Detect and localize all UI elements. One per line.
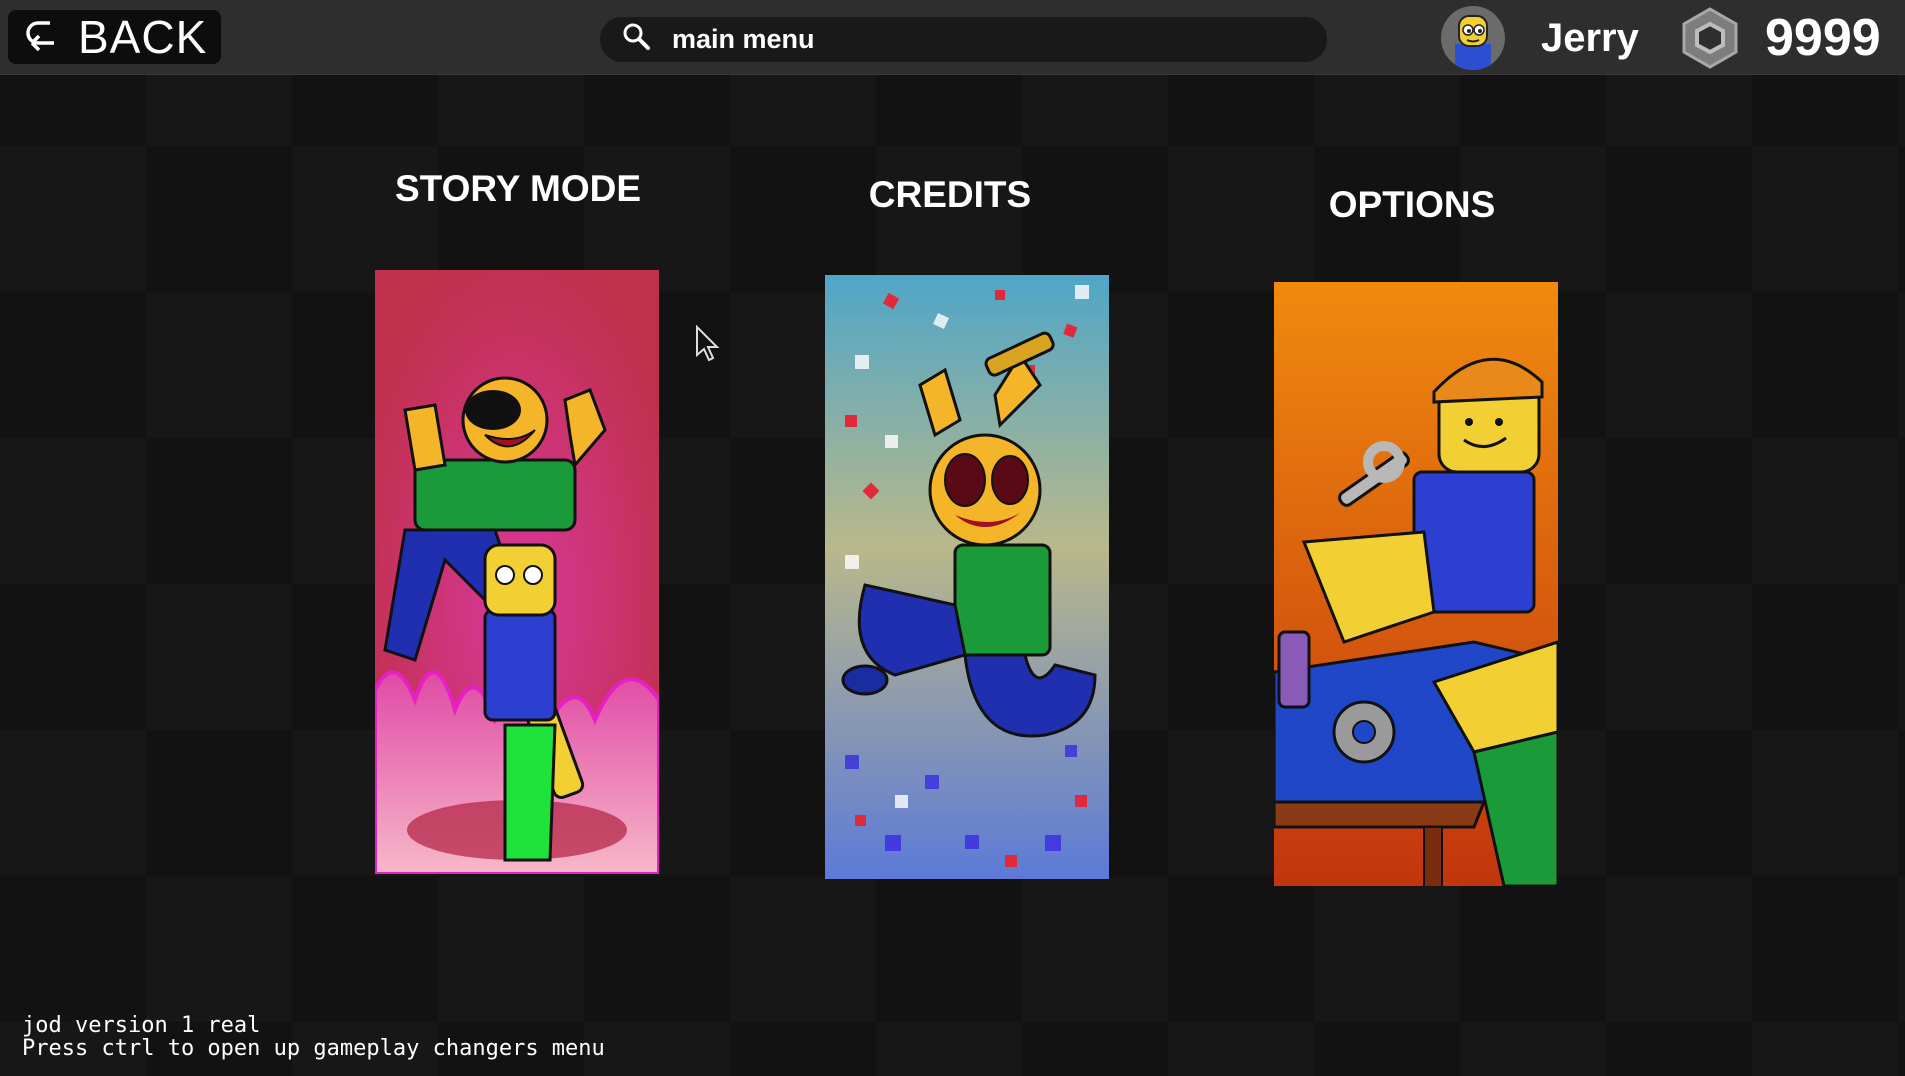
options-card[interactable]	[1274, 282, 1558, 886]
credits-title: CREDITS	[868, 174, 1032, 215]
version-text: jod version 1 real	[22, 1013, 261, 1038]
credits-artwork	[825, 275, 1109, 879]
avatar[interactable]	[1441, 6, 1505, 70]
story-mode-title: STORY MODE	[394, 168, 642, 209]
story-mode-artwork	[375, 270, 659, 874]
hint-text: Press ctrl to open up gameplay changers …	[22, 1036, 605, 1061]
search-text: main menu	[672, 24, 815, 54]
currency-amount: 9999	[1765, 9, 1881, 67]
footer-info: jod version 1 real Press ctrl to open up …	[22, 1014, 605, 1060]
search-icon	[620, 20, 654, 59]
back-label: BACK	[78, 11, 208, 63]
top-bar: BACK main menu Jerry 9999	[0, 0, 1905, 75]
search-bar[interactable]: main menu	[600, 17, 1327, 62]
robux-icon	[1680, 6, 1740, 70]
options-artwork	[1274, 282, 1558, 886]
username: Jerry	[1541, 16, 1639, 60]
cursor-icon	[695, 324, 721, 363]
back-button[interactable]: BACK	[8, 10, 221, 64]
options-title: OPTIONS	[1328, 184, 1496, 225]
story-mode-card[interactable]	[375, 270, 659, 874]
back-arrow-icon	[20, 13, 64, 62]
credits-card[interactable]	[825, 275, 1109, 879]
